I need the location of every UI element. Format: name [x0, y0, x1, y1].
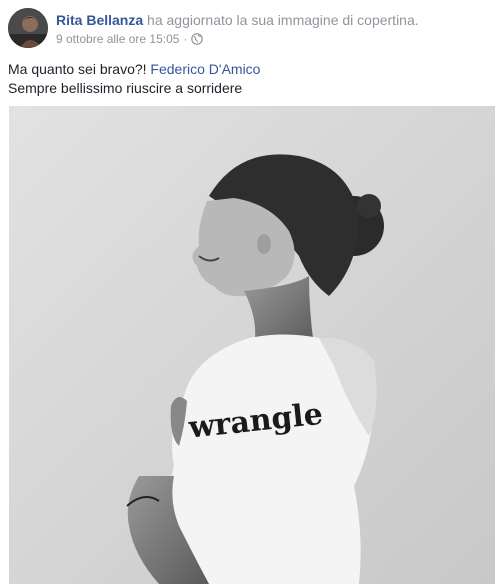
globe-icon[interactable] — [191, 33, 204, 45]
avatar[interactable] — [8, 8, 48, 48]
cover-photo[interactable]: wrangle — [9, 106, 495, 584]
post-action: ha aggiornato la sua immagine di coperti… — [147, 12, 419, 28]
author-name[interactable]: Rita Bellanza — [56, 12, 143, 28]
message-line-1: Ma quanto sei bravo?! Federico D'Amico — [8, 60, 260, 79]
post-subline: 9 ottobre alle ore 15:05 · — [56, 31, 419, 47]
post-meta: Rita Bellanza ha aggiornato la sua immag… — [56, 8, 419, 47]
separator: · — [183, 32, 188, 46]
post-message: Ma quanto sei bravo?! Federico D'Amico S… — [8, 60, 260, 98]
message-text: Ma quanto sei bravo?! — [8, 61, 151, 77]
post-header: Rita Bellanza ha aggiornato la sua immag… — [8, 8, 419, 48]
post-headline: Rita Bellanza ha aggiornato la sua immag… — [56, 11, 419, 29]
message-line-2: Sempre bellissimo riuscire a sorridere — [8, 80, 243, 96]
tagged-person-link[interactable]: Federico D'Amico — [150, 61, 260, 77]
post-timestamp[interactable]: 9 ottobre alle ore 15:05 — [56, 31, 179, 47]
facebook-post: Rita Bellanza ha aggiornato la sua immag… — [0, 0, 504, 584]
